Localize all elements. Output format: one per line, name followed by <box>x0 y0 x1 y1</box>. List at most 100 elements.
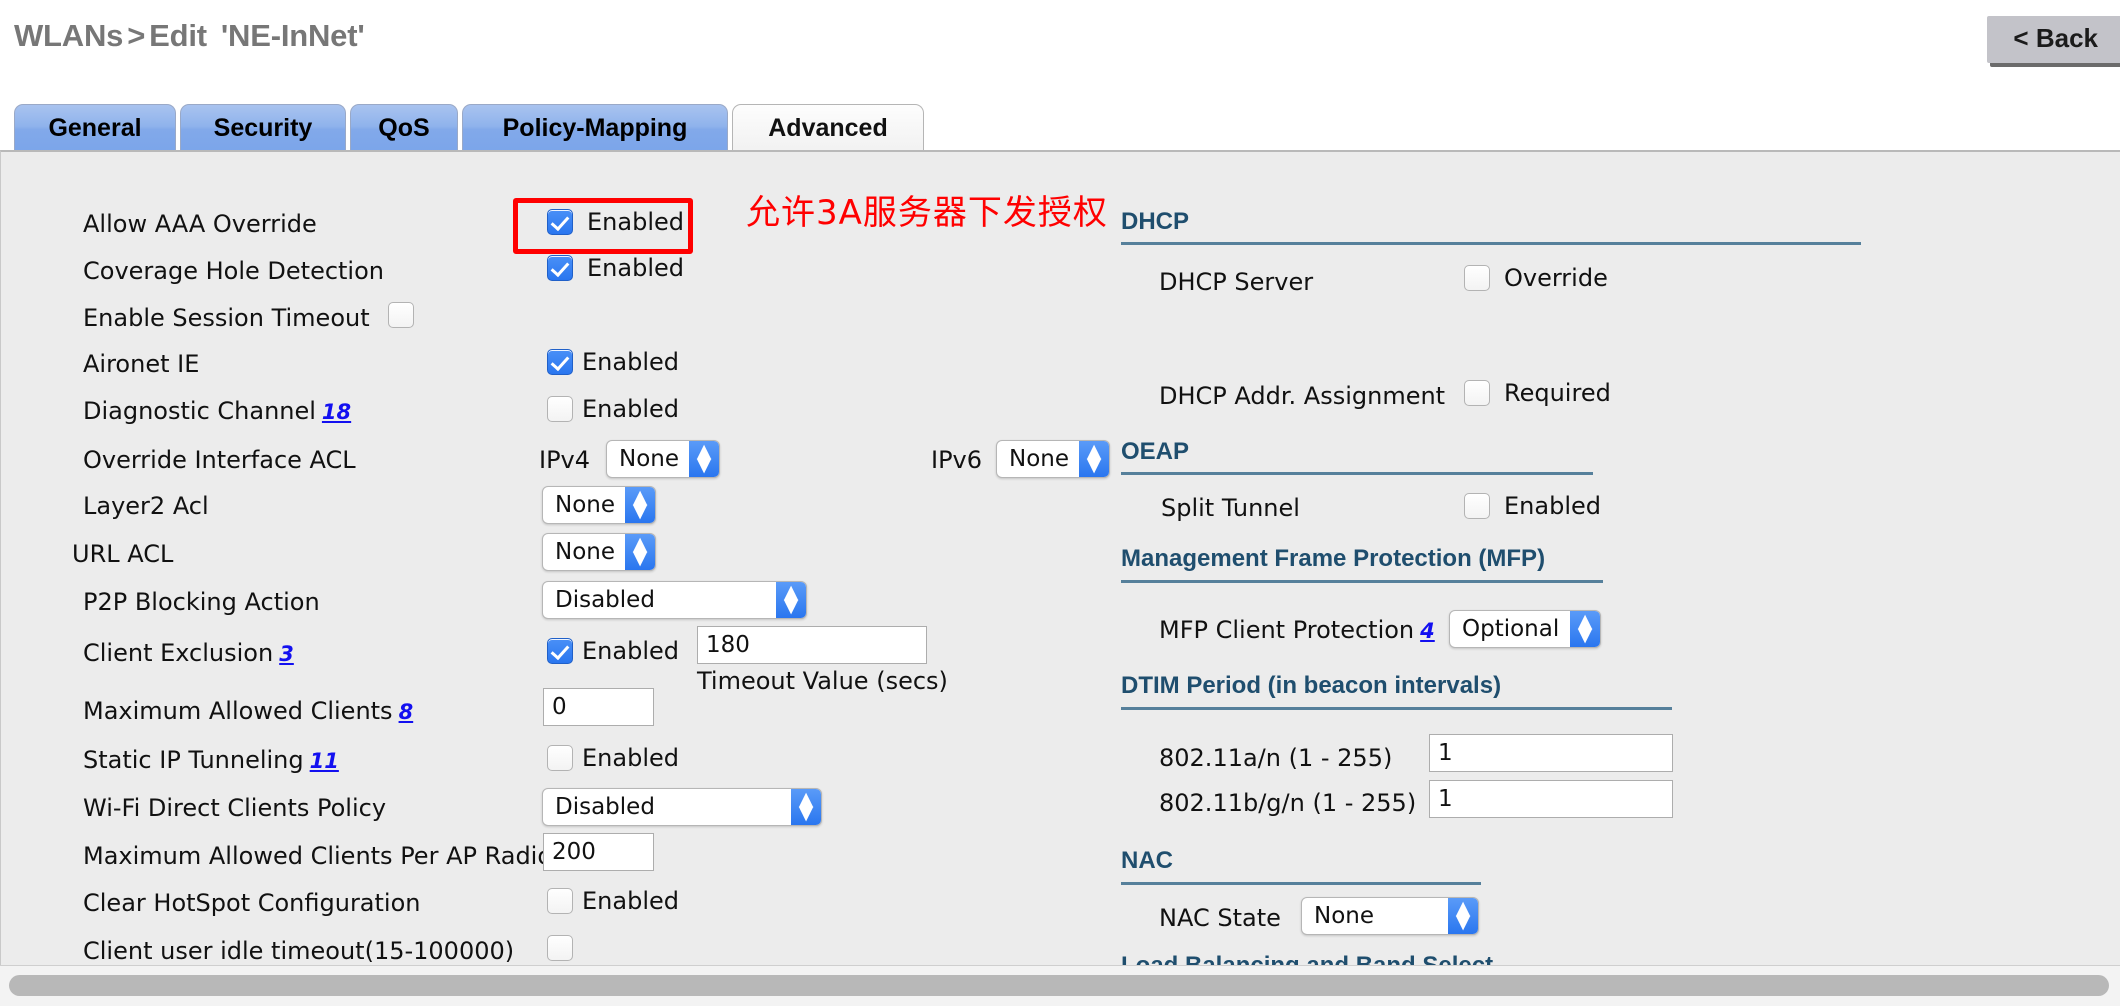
clear-hotspot-configuration-control[interactable]: Enabled <box>547 887 679 915</box>
coverage-hole-detection-checkbox-label: Enabled <box>587 254 684 282</box>
diagnostic-channel-checkbox-label: Enabled <box>582 395 679 423</box>
section-rule-nac <box>1121 882 1481 885</box>
dhcp-addr-assignment-control[interactable]: Required <box>1464 379 1611 407</box>
client-user-idle-timeout-control[interactable] <box>547 935 573 961</box>
maximum-allowed-clients-per-ap-radio-input[interactable] <box>543 833 654 871</box>
label-allow-aaa-override: Allow AAA Override <box>83 210 317 238</box>
section-rule-mfp <box>1121 580 1603 583</box>
label-clear-hotspot-configuration: Clear HotSpot Configuration <box>83 889 421 917</box>
dtim-80211bgn-input[interactable] <box>1429 780 1673 818</box>
enable-session-timeout-checkbox[interactable] <box>388 302 414 328</box>
mfp-client-protection-footnote-link[interactable]: 4 <box>1420 619 1435 643</box>
dhcp-server-override-label: Override <box>1504 264 1608 292</box>
allow-aaa-override-control[interactable]: Enabled <box>547 208 684 236</box>
wifi-direct-clients-policy-select[interactable]: Disabled ▲ ▼ <box>542 788 822 826</box>
static-ip-tunneling-control[interactable]: Enabled <box>547 744 679 772</box>
section-heading-oeap: OEAP <box>1121 438 1190 465</box>
label-p2p-blocking-action: P2P Blocking Action <box>83 588 320 616</box>
annotation-text: 允许3A服务器下发授权 <box>746 193 1108 233</box>
section-heading-load-balancing: Load Balancing and Band Select <box>1121 952 1494 966</box>
chevron-updown-icon: ▲ ▼ <box>776 582 806 618</box>
nac-state-select[interactable]: None ▲ ▼ <box>1301 897 1479 935</box>
static-ip-tunneling-checkbox[interactable] <box>547 745 573 771</box>
dtim-80211an-input[interactable] <box>1429 734 1673 772</box>
breadcrumb-separator: > <box>127 18 146 53</box>
section-heading-dhcp: DHCP <box>1121 208 1190 235</box>
allow-aaa-override-checkbox-label: Enabled <box>587 208 684 236</box>
chevron-updown-icon: ▲ ▼ <box>1079 441 1109 477</box>
aironet-ie-checkbox[interactable] <box>547 349 573 375</box>
section-rule-dtim <box>1121 707 1672 710</box>
layer2-acl-select[interactable]: None ▲ ▼ <box>542 486 656 524</box>
mfp-client-protection-select[interactable]: Optional ▲ ▼ <box>1449 610 1601 648</box>
label-acl-ipv6: IPv6 <box>931 446 983 474</box>
p2p-blocking-action-value: Disabled <box>555 587 655 613</box>
coverage-hole-detection-control[interactable]: Enabled <box>547 254 684 282</box>
label-url-acl: URL ACL <box>72 540 174 568</box>
section-rule-dhcp <box>1121 242 1861 245</box>
chevron-updown-icon: ▲ ▼ <box>1448 898 1478 934</box>
label-override-interface-acl: Override Interface ACL <box>83 446 356 474</box>
tab-general[interactable]: General <box>14 104 176 152</box>
label-mfp-client-protection: MFP Client Protection 4 <box>1159 616 1435 644</box>
dhcp-server-override-checkbox[interactable] <box>1464 265 1490 291</box>
label-client-user-idle-timeout: Client user idle timeout(15-100000) <box>83 937 515 965</box>
p2p-blocking-action-select[interactable]: Disabled ▲ ▼ <box>542 581 807 619</box>
coverage-hole-detection-checkbox[interactable] <box>547 255 573 281</box>
dhcp-server-override-control[interactable]: Override <box>1464 264 1608 292</box>
split-tunnel-label: Enabled <box>1504 492 1601 520</box>
label-dtim-80211bgn: 802.11b/g/n (1 - 255) <box>1159 789 1417 817</box>
client-user-idle-timeout-checkbox[interactable] <box>547 935 573 961</box>
override-interface-acl-ipv6-select[interactable]: None ▲ ▼ <box>996 440 1110 478</box>
label-split-tunnel: Split Tunnel <box>1161 494 1300 522</box>
label-coverage-hole-detection: Coverage Hole Detection <box>83 257 384 285</box>
client-exclusion-timeout-input[interactable] <box>697 626 927 664</box>
client-exclusion-footnote-link[interactable]: 3 <box>279 642 294 666</box>
split-tunnel-control[interactable]: Enabled <box>1464 492 1601 520</box>
page-title-ssid: 'NE-InNet' <box>220 18 365 53</box>
split-tunnel-checkbox[interactable] <box>1464 493 1490 519</box>
static-ip-tunneling-footnote-link[interactable]: 11 <box>310 749 339 773</box>
client-exclusion-control[interactable]: Enabled <box>547 637 679 665</box>
horizontal-scrollbar-thumb[interactable] <box>9 975 2109 996</box>
label-acl-ipv4: IPv4 <box>539 446 591 474</box>
label-client-exclusion: Client Exclusion 3 <box>83 639 294 667</box>
label-layer2-acl: Layer2 Acl <box>83 492 209 520</box>
tab-security[interactable]: Security <box>180 104 346 152</box>
client-exclusion-checkbox[interactable] <box>547 638 573 664</box>
diagnostic-channel-checkbox[interactable] <box>547 396 573 422</box>
label-dhcp-addr-assignment: DHCP Addr. Assignment <box>1159 382 1446 410</box>
dhcp-addr-assignment-checkbox[interactable] <box>1464 380 1490 406</box>
tab-advanced[interactable]: Advanced <box>732 104 924 152</box>
diagnostic-channel-control[interactable]: Enabled <box>547 395 679 423</box>
section-rule-oeap <box>1121 472 1593 475</box>
tab-bar: General Security QoS Policy-Mapping Adva… <box>0 104 2120 152</box>
label-static-ip-tunneling: Static IP Tunneling 11 <box>83 746 339 774</box>
label-maximum-allowed-clients: Maximum Allowed Clients 8 <box>83 697 414 725</box>
maximum-allowed-clients-input[interactable] <box>543 688 654 726</box>
section-heading-dtim-period: DTIM Period (in beacon intervals) <box>1121 672 1502 699</box>
back-button[interactable]: < Back <box>1987 16 2120 63</box>
label-dtim-80211an: 802.11a/n (1 - 255) <box>1159 744 1393 772</box>
override-interface-acl-ipv6-value: None <box>1009 446 1070 472</box>
tab-qos[interactable]: QoS <box>350 104 458 152</box>
wifi-direct-clients-policy-value: Disabled <box>555 794 655 820</box>
mfp-client-protection-value: Optional <box>1462 616 1560 642</box>
url-acl-select[interactable]: None ▲ ▼ <box>542 533 656 571</box>
override-interface-acl-ipv4-select[interactable]: None ▲ ▼ <box>606 440 720 478</box>
aironet-ie-checkbox-label: Enabled <box>582 348 679 376</box>
aironet-ie-control[interactable]: Enabled <box>547 348 679 376</box>
maximum-allowed-clients-footnote-link[interactable]: 8 <box>399 700 414 724</box>
enable-session-timeout-control[interactable] <box>388 302 414 328</box>
diagnostic-channel-footnote-link[interactable]: 18 <box>322 400 351 424</box>
tab-policy-mapping[interactable]: Policy-Mapping <box>462 104 728 152</box>
horizontal-scrollbar[interactable] <box>0 965 2120 1006</box>
allow-aaa-override-checkbox[interactable] <box>547 209 573 235</box>
label-enable-session-timeout: Enable Session Timeout <box>83 304 370 332</box>
client-exclusion-checkbox-label: Enabled <box>582 637 679 665</box>
clear-hotspot-configuration-checkbox[interactable] <box>547 888 573 914</box>
wlan-advanced-page: WLANs > Edit 'NE-InNet' < Back General Secu… <box>0 0 2120 1006</box>
label-diagnostic-channel: Diagnostic Channel 18 <box>83 397 352 425</box>
chevron-updown-icon: ▲ ▼ <box>1570 611 1600 647</box>
breadcrumb-root[interactable]: WLANs <box>14 18 123 53</box>
